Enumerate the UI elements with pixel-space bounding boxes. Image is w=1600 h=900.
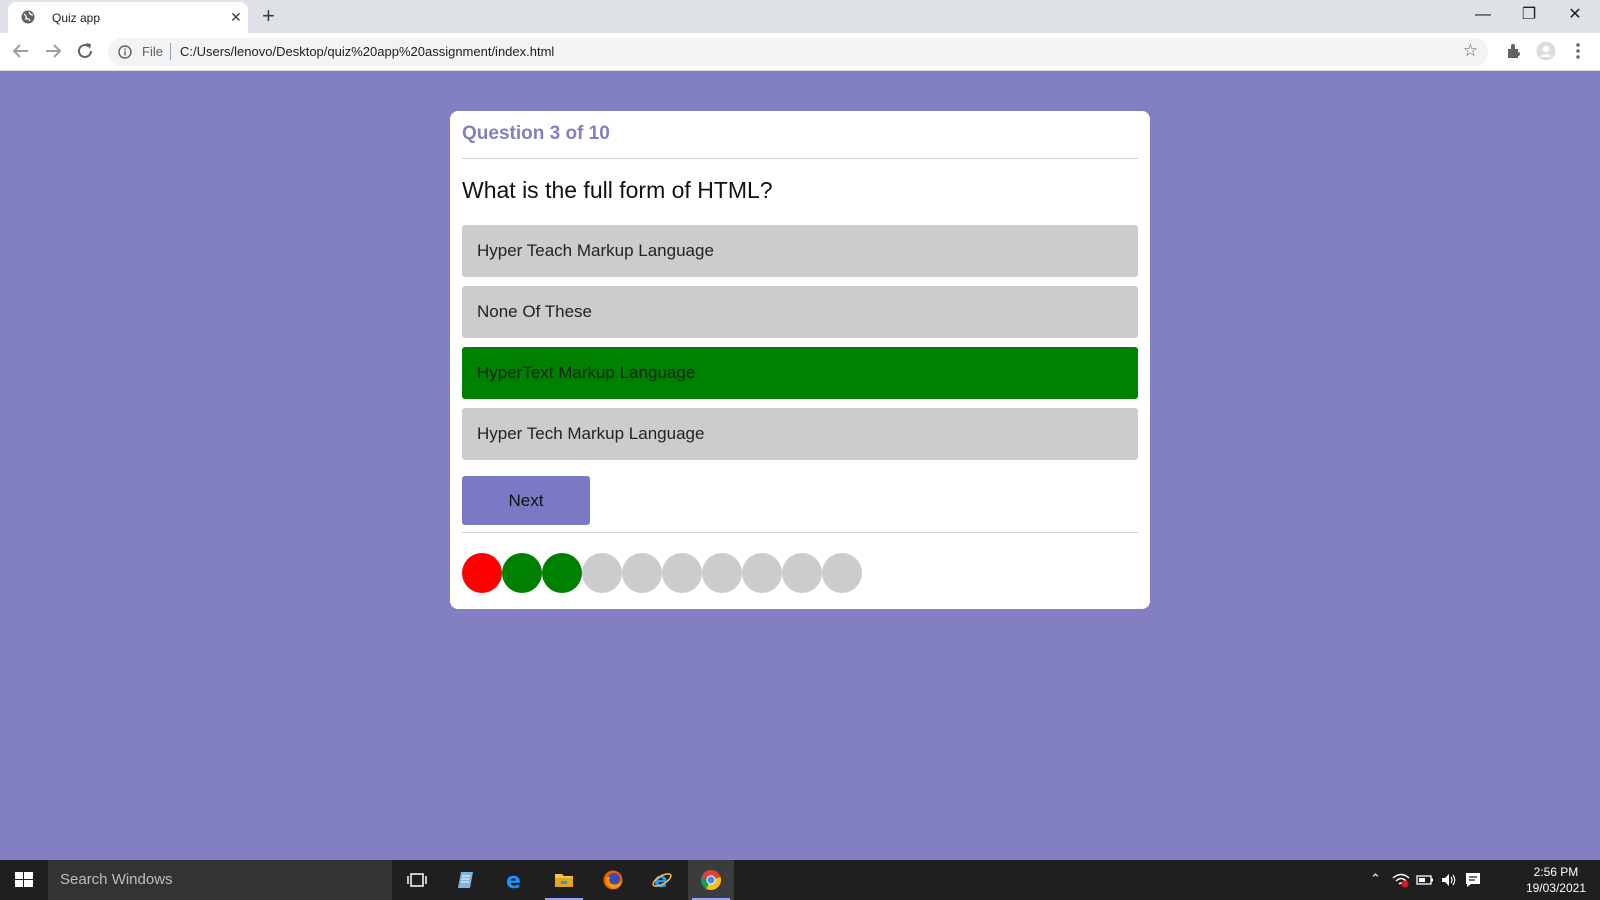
internet-explorer-icon: e bbox=[652, 869, 672, 891]
task-view-icon bbox=[407, 873, 427, 887]
header-divider bbox=[462, 158, 1138, 159]
answer-option[interactable]: None Of These bbox=[462, 286, 1138, 338]
progress-dot-unanswered bbox=[822, 553, 862, 593]
globe-icon bbox=[21, 10, 35, 24]
profile-icon[interactable] bbox=[1536, 41, 1556, 61]
address-url[interactable]: C:/Users/lenovo/Desktop/quiz%20app%20ass… bbox=[180, 44, 554, 59]
svg-text:e: e bbox=[506, 869, 521, 891]
edge-button[interactable]: e bbox=[492, 860, 538, 900]
answer-option[interactable]: HyperText Markup Language bbox=[462, 347, 1138, 399]
reload-icon[interactable] bbox=[74, 40, 96, 62]
browser-toolbar: File C:/Users/lenovo/Desktop/quiz%20app%… bbox=[0, 33, 1600, 71]
extensions-icon[interactable] bbox=[1504, 41, 1524, 61]
address-scheme: File bbox=[142, 44, 163, 59]
clock-time: 2:56 PM bbox=[1533, 865, 1579, 879]
tab-title: Quiz app bbox=[52, 11, 101, 25]
taskbar-clock[interactable]: 2:56 PM 19/03/2021 bbox=[1526, 864, 1586, 896]
browser-tab[interactable]: Quiz app ✕ bbox=[8, 2, 248, 33]
tab-close-icon[interactable]: ✕ bbox=[230, 9, 242, 25]
firefox-button[interactable] bbox=[590, 860, 636, 900]
chrome-button[interactable] bbox=[688, 860, 734, 900]
taskbar-search-placeholder: Search Windows bbox=[60, 871, 173, 888]
show-hidden-icons-icon[interactable]: ⌃ bbox=[1370, 871, 1381, 887]
progress-dot-unanswered bbox=[582, 553, 622, 593]
question-text: What is the full form of HTML? bbox=[462, 177, 773, 203]
edge-icon: e bbox=[506, 869, 521, 891]
battery-icon[interactable] bbox=[1416, 873, 1434, 887]
star-icon[interactable]: ☆ bbox=[1463, 41, 1478, 61]
notifications-icon[interactable] bbox=[1464, 871, 1482, 889]
progress-dot-unanswered bbox=[622, 553, 662, 593]
progress-dot-unanswered bbox=[782, 553, 822, 593]
footer-divider bbox=[462, 532, 1138, 533]
internet-explorer-button[interactable]: e bbox=[639, 860, 685, 900]
firefox-icon bbox=[603, 870, 623, 890]
network-icon[interactable] bbox=[1392, 872, 1410, 888]
windows-taskbar: Search Windows e e ⌃ 2:56 PM 19/03/2021 bbox=[0, 860, 1600, 900]
progress-dot-unanswered bbox=[742, 553, 782, 593]
next-button[interactable]: Next bbox=[462, 476, 590, 525]
quiz-card: Question 3 of 10 What is the full form o… bbox=[450, 111, 1150, 609]
restore-button[interactable]: ❐ bbox=[1514, 4, 1544, 26]
answer-option[interactable]: Hyper Teach Markup Language bbox=[462, 225, 1138, 277]
info-icon[interactable] bbox=[118, 45, 132, 59]
progress-dot-unanswered bbox=[702, 553, 742, 593]
minimize-button[interactable]: — bbox=[1468, 4, 1498, 26]
notepad-button[interactable] bbox=[443, 860, 489, 900]
answer-option[interactable]: Hyper Tech Markup Language bbox=[462, 408, 1138, 460]
address-separator bbox=[170, 43, 171, 60]
task-view-button[interactable] bbox=[394, 860, 440, 900]
file-explorer-button[interactable] bbox=[541, 860, 587, 900]
volume-icon[interactable] bbox=[1440, 872, 1458, 888]
system-tray: ⌃ 2:56 PM 19/03/2021 bbox=[1370, 860, 1600, 900]
progress-dot-correct bbox=[502, 553, 542, 593]
menu-icon[interactable] bbox=[1568, 41, 1588, 61]
file-explorer-icon bbox=[555, 874, 573, 887]
progress-dot-wrong bbox=[462, 553, 502, 593]
question-counter: Question 3 of 10 bbox=[462, 123, 610, 144]
forward-icon[interactable] bbox=[42, 40, 64, 62]
window-close-button[interactable]: ✕ bbox=[1560, 4, 1590, 26]
progress-dot-correct bbox=[542, 553, 582, 593]
notepad-icon bbox=[458, 872, 473, 888]
chrome-icon bbox=[700, 870, 721, 891]
clock-date: 19/03/2021 bbox=[1525, 881, 1586, 895]
address-bar[interactable]: File C:/Users/lenovo/Desktop/quiz%20app%… bbox=[108, 38, 1488, 66]
taskbar-search[interactable]: Search Windows bbox=[48, 860, 392, 900]
windows-start-icon[interactable] bbox=[0, 860, 48, 900]
new-tab-button[interactable]: + bbox=[262, 4, 275, 28]
progress-dot-unanswered bbox=[662, 553, 702, 593]
browser-tab-strip: Quiz app ✕ + — ❐ ✕ bbox=[0, 0, 1600, 33]
back-icon[interactable] bbox=[10, 40, 32, 62]
